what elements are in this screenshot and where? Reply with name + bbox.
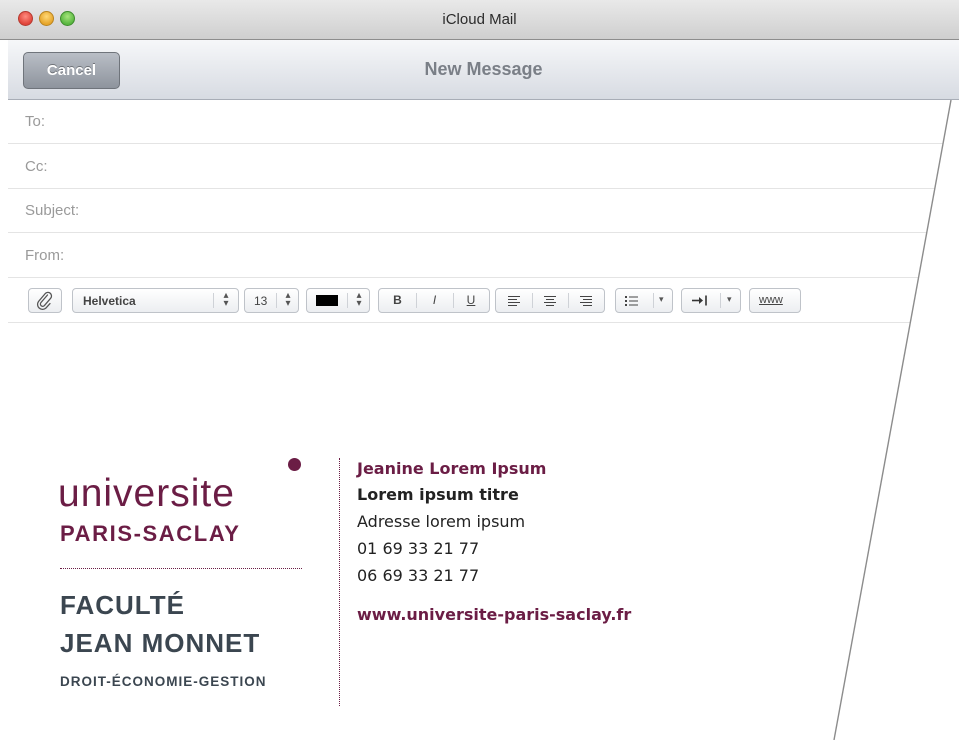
faculty-line-3: DROIT-ÉCONOMIE-GESTION xyxy=(60,674,267,689)
align-left-button[interactable] xyxy=(496,289,532,312)
align-center-button[interactable] xyxy=(532,289,568,312)
compose-header: Cancel New Message xyxy=(8,40,959,100)
color-select[interactable]: ▴ ▾ xyxy=(306,288,370,313)
signature-job-title: Lorem ipsum titre xyxy=(357,485,519,504)
align-right-button[interactable] xyxy=(568,289,604,312)
format-toolbar: Helvetica ▴ ▾ 13 ▴ ▾ ▴ ▾ B I U ▾ ▾ www xyxy=(8,278,959,323)
align-left-icon xyxy=(508,296,520,306)
subject-label: Subject: xyxy=(25,202,80,219)
from-field[interactable]: From: xyxy=(8,234,959,278)
chevron-down-icon: ▾ xyxy=(659,294,664,304)
bullet-list-icon xyxy=(625,296,638,306)
signature-phone-1: 01 69 33 21 77 xyxy=(357,539,480,558)
align-right-icon xyxy=(580,296,592,306)
logo-university: universite xyxy=(58,472,235,515)
italic-button[interactable]: I xyxy=(416,289,453,312)
signature-divider xyxy=(339,458,340,706)
to-field[interactable]: To: xyxy=(8,100,959,144)
window-title: iCloud Mail xyxy=(442,11,517,28)
size-select-value: 13 xyxy=(254,294,268,308)
compose-title: New Message xyxy=(424,59,543,79)
insert-link-button[interactable]: www xyxy=(749,288,801,313)
signature-phone-2: 06 69 33 21 77 xyxy=(357,566,480,585)
align-button-group xyxy=(495,288,605,313)
indent-button[interactable]: ▾ xyxy=(681,288,741,313)
select-arrows-icon: ▴ ▾ xyxy=(285,290,291,309)
align-center-icon xyxy=(544,296,556,306)
cc-label: Cc: xyxy=(25,158,48,175)
subject-field[interactable]: Subject: xyxy=(8,189,959,233)
logo-divider xyxy=(60,568,302,569)
insert-link-label: www xyxy=(759,294,783,306)
indent-icon xyxy=(692,295,707,306)
signature-address: Adresse lorem ipsum xyxy=(357,512,526,531)
select-arrows-icon: ▴ ▾ xyxy=(356,290,362,309)
bold-button[interactable]: B xyxy=(379,289,416,312)
color-swatch xyxy=(316,295,338,306)
cc-field[interactable]: Cc: xyxy=(8,145,959,189)
underline-button[interactable]: U xyxy=(453,289,489,312)
list-button[interactable]: ▾ xyxy=(615,288,673,313)
window-titlebar: iCloud Mail xyxy=(0,0,959,40)
chevron-down-icon: ▾ xyxy=(727,294,732,304)
font-select-value: Helvetica xyxy=(83,294,136,308)
signature-name: Jeanine Lorem Ipsum xyxy=(357,459,547,478)
style-button-group: B I U xyxy=(378,288,490,313)
to-label: To: xyxy=(25,113,46,130)
size-select[interactable]: 13 ▴ ▾ xyxy=(244,288,299,313)
from-label: From: xyxy=(25,247,65,264)
faculty-line-2: JEAN MONNET xyxy=(60,628,261,658)
faculty-line-1: FACULTÉ xyxy=(60,590,185,620)
font-select[interactable]: Helvetica ▴ ▾ xyxy=(72,288,239,313)
logo-paris-saclay: PARIS-SACLAY xyxy=(60,521,241,546)
select-arrows-icon: ▴ ▾ xyxy=(223,290,229,309)
logo-dot xyxy=(288,458,301,471)
signature-website[interactable]: www.universite-paris-saclay.fr xyxy=(357,604,631,626)
paperclip-icon xyxy=(36,291,53,311)
attach-button[interactable] xyxy=(28,288,62,313)
